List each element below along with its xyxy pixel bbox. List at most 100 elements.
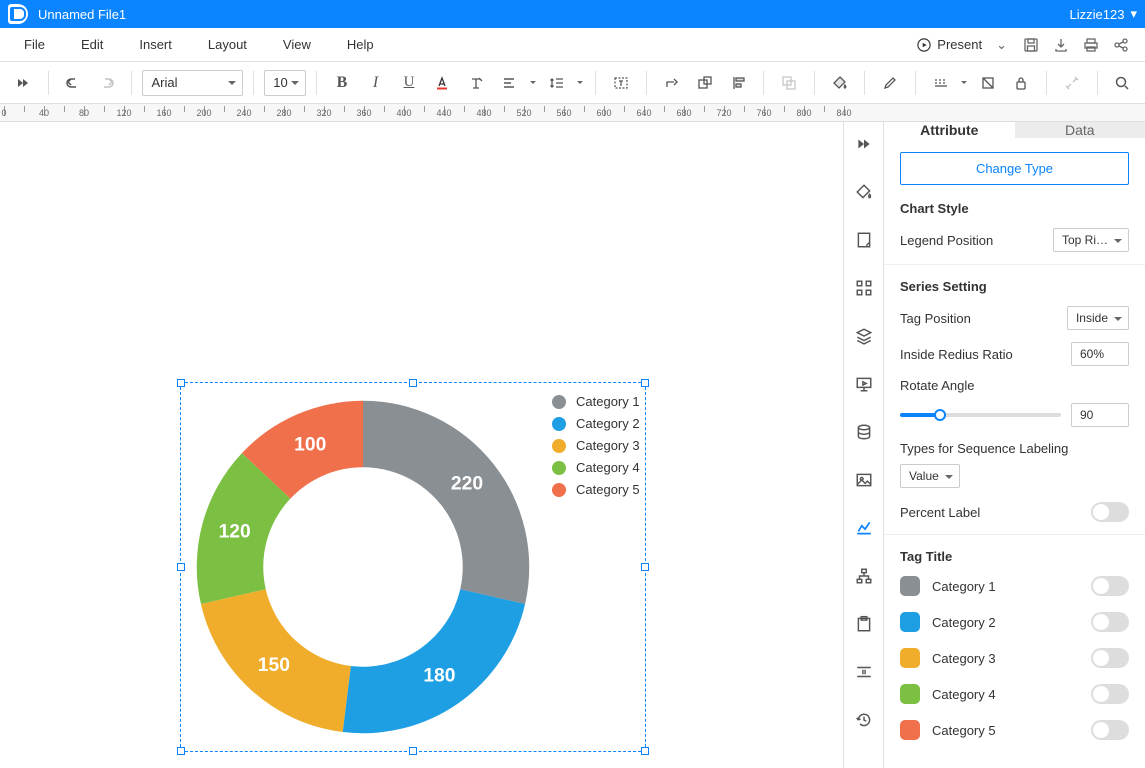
align-button[interactable] xyxy=(495,68,525,98)
history-panel-icon[interactable] xyxy=(850,706,878,734)
percent-label-label: Percent Label xyxy=(900,505,980,520)
underline-button[interactable]: U xyxy=(394,68,424,98)
tag-row-3: Category 4 xyxy=(900,684,1129,704)
spacing-panel-icon[interactable] xyxy=(850,658,878,686)
tag-swatch-1[interactable] xyxy=(900,612,920,632)
connector-button[interactable] xyxy=(657,68,687,98)
rotate-angle-slider[interactable] xyxy=(900,413,1061,417)
menu-help[interactable]: Help xyxy=(329,37,392,52)
fill-panel-icon[interactable] xyxy=(850,178,878,206)
slider-thumb[interactable] xyxy=(934,409,946,421)
title-bar: Unnamed File1 Lizzie123 ▾ xyxy=(0,0,1145,28)
tag-toggle-2[interactable] xyxy=(1091,648,1129,668)
right-icon-strip xyxy=(843,122,883,768)
tag-toggle-3[interactable] xyxy=(1091,684,1129,704)
menu-layout[interactable]: Layout xyxy=(190,37,265,52)
tag-row-0: Category 1 xyxy=(900,576,1129,596)
pen-tool-button[interactable] xyxy=(875,68,905,98)
clipboard-panel-icon[interactable] xyxy=(850,610,878,638)
tag-label-3: Category 4 xyxy=(932,687,1079,702)
collapse-panel-icon[interactable] xyxy=(850,130,878,158)
font-size-select[interactable]: 10 xyxy=(264,70,306,96)
resize-handle-tr[interactable] xyxy=(641,379,649,387)
chart-panel-icon[interactable] xyxy=(850,514,878,542)
align-objects-button[interactable] xyxy=(724,68,754,98)
save-icon[interactable] xyxy=(1023,37,1039,53)
export-icon[interactable] xyxy=(1053,37,1069,53)
line-style-button[interactable] xyxy=(926,68,956,98)
rotate-angle-input[interactable]: 90 xyxy=(1071,403,1129,427)
lock-button[interactable] xyxy=(1007,68,1037,98)
menu-view[interactable]: View xyxy=(265,37,329,52)
menu-insert[interactable]: Insert xyxy=(121,37,190,52)
canvas[interactable]: 220180150120100 Category 1Category 2Cate… xyxy=(0,122,843,768)
tag-row-2: Category 3 xyxy=(900,648,1129,668)
resize-handle-ml[interactable] xyxy=(177,563,185,571)
app-logo-icon[interactable] xyxy=(8,4,28,24)
types-sequence-select[interactable]: Value xyxy=(900,464,960,488)
search-button[interactable] xyxy=(1108,68,1138,98)
layers-panel-icon[interactable] xyxy=(850,322,878,350)
font-color-button[interactable] xyxy=(428,68,458,98)
section-chart-style: Chart Style xyxy=(900,201,1129,216)
selection-box[interactable] xyxy=(180,382,646,752)
orgchart-panel-icon[interactable] xyxy=(850,562,878,590)
menu-bar: File Edit Insert Layout View Help Presen… xyxy=(0,28,1145,62)
change-type-button[interactable]: Change Type xyxy=(900,152,1129,185)
percent-label-toggle[interactable] xyxy=(1091,502,1129,522)
undo-button[interactable] xyxy=(58,68,88,98)
resize-handle-mr[interactable] xyxy=(641,563,649,571)
clear-format-button[interactable] xyxy=(461,68,491,98)
tag-toggle-4[interactable] xyxy=(1091,720,1129,740)
italic-button[interactable]: I xyxy=(361,68,391,98)
resize-handle-bm[interactable] xyxy=(409,747,417,755)
tag-label-4: Category 5 xyxy=(932,723,1079,738)
line-spacing-button[interactable] xyxy=(542,68,572,98)
menu-edit[interactable]: Edit xyxy=(63,37,121,52)
share-icon[interactable] xyxy=(1113,37,1129,53)
tag-position-select[interactable]: Inside xyxy=(1067,306,1129,330)
formatting-toolbar: Arial 10 B I U xyxy=(0,62,1145,104)
grid-panel-icon[interactable] xyxy=(850,274,878,302)
settings-button xyxy=(1057,68,1087,98)
line-style-dropdown[interactable] xyxy=(959,78,969,87)
tag-swatch-0[interactable] xyxy=(900,576,920,596)
present-dropdown[interactable]: ⌄ xyxy=(990,37,1013,53)
bold-button[interactable]: B xyxy=(327,68,357,98)
line-spacing-dropdown[interactable] xyxy=(576,78,586,87)
shape-button[interactable] xyxy=(690,68,720,98)
legend-position-label: Legend Position xyxy=(900,233,993,248)
tag-swatch-4[interactable] xyxy=(900,720,920,740)
tag-label-1: Category 2 xyxy=(932,615,1079,630)
image-panel-icon[interactable] xyxy=(850,466,878,494)
user-name: Lizzie123 xyxy=(1070,7,1125,22)
tag-swatch-3[interactable] xyxy=(900,684,920,704)
resize-handle-br[interactable] xyxy=(641,747,649,755)
menu-file[interactable]: File xyxy=(6,37,63,52)
resize-handle-tm[interactable] xyxy=(409,379,417,387)
tag-toggle-1[interactable] xyxy=(1091,612,1129,632)
tag-swatch-2[interactable] xyxy=(900,648,920,668)
text-box-button[interactable] xyxy=(606,68,636,98)
expand-left-panel-icon[interactable] xyxy=(8,68,38,98)
align-dropdown[interactable] xyxy=(528,78,538,87)
page-panel-icon[interactable] xyxy=(850,226,878,254)
resize-handle-tl[interactable] xyxy=(177,379,185,387)
inside-radius-input[interactable]: 60% xyxy=(1071,342,1129,366)
database-panel-icon[interactable] xyxy=(850,418,878,446)
crop-button[interactable] xyxy=(973,68,1003,98)
resize-handle-bl[interactable] xyxy=(177,747,185,755)
fill-color-button[interactable] xyxy=(825,68,855,98)
tag-toggle-0[interactable] xyxy=(1091,576,1129,596)
user-menu[interactable]: Lizzie123 ▾ xyxy=(1070,6,1137,22)
tab-data[interactable]: Data xyxy=(1015,122,1145,138)
font-family-select[interactable]: Arial xyxy=(142,70,243,96)
print-icon[interactable] xyxy=(1083,37,1099,53)
tab-attribute[interactable]: Attribute xyxy=(884,122,1015,138)
tag-row-1: Category 2 xyxy=(900,612,1129,632)
presentation-panel-icon[interactable] xyxy=(850,370,878,398)
tag-row-4: Category 5 xyxy=(900,720,1129,740)
legend-position-select[interactable]: Top Ri… xyxy=(1053,228,1129,252)
present-button[interactable]: Present xyxy=(909,34,990,55)
tag-label-0: Category 1 xyxy=(932,579,1079,594)
